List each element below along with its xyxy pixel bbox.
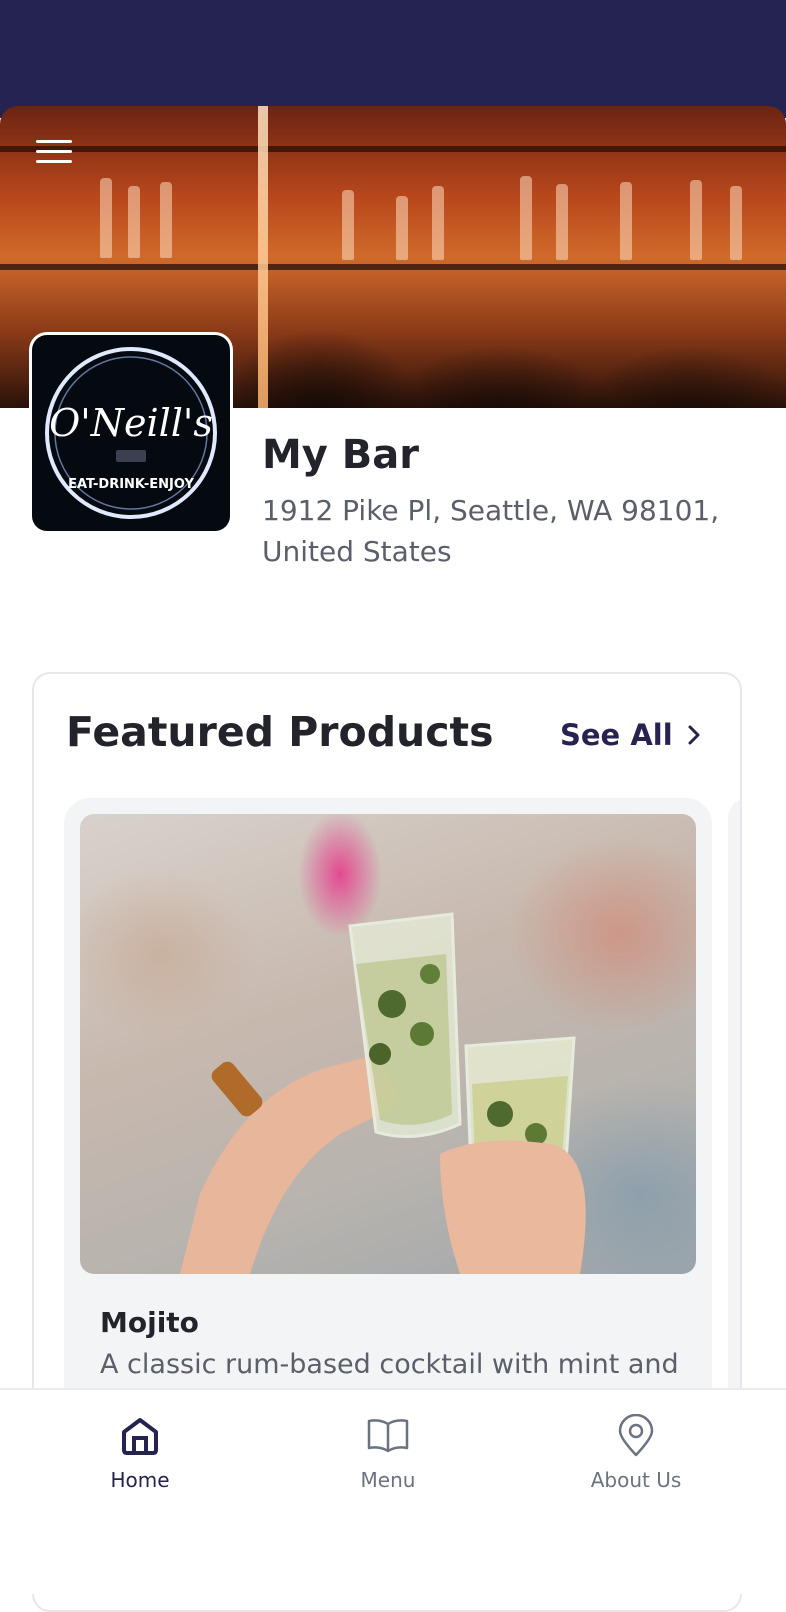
- nav-item-home[interactable]: Home: [60, 1414, 220, 1492]
- hamburger-line: [36, 140, 72, 143]
- see-all-link[interactable]: See All: [560, 718, 701, 752]
- product-description: A classic rum-based cocktail with mint a…: [100, 1349, 679, 1380]
- map-pin-icon: [618, 1414, 654, 1457]
- nav-label-home: Home: [110, 1468, 170, 1492]
- logo-text: O'Neill's: [49, 401, 213, 445]
- bottle-decoration: [396, 196, 408, 260]
- bar-logo-image: O'Neill's EAT-DRINK-ENJOY: [32, 335, 230, 531]
- bottle-decoration: [730, 186, 742, 260]
- product-name: Mojito: [100, 1306, 199, 1339]
- bottle-decoration: [690, 180, 702, 260]
- bottle-decoration: [432, 186, 444, 260]
- nav-item-about-us[interactable]: About Us: [556, 1414, 716, 1492]
- hamburger-line: [36, 160, 72, 163]
- hamburger-line: [36, 150, 72, 153]
- product-image: [80, 814, 696, 1274]
- see-all-label: See All: [560, 718, 673, 752]
- bottle-decoration: [100, 178, 112, 258]
- hamburger-menu-button[interactable]: [34, 140, 78, 170]
- neon-light-decoration: [258, 106, 268, 408]
- chevron-right-icon: [688, 725, 700, 745]
- bottle-decoration: [620, 182, 632, 260]
- nav-label-menu: Menu: [360, 1468, 416, 1492]
- bottle-decoration: [128, 186, 140, 258]
- bar-logo: O'Neill's EAT-DRINK-ENJOY: [29, 332, 233, 534]
- bottom-navigation-bar: Home Menu About Us: [0, 1388, 786, 1594]
- bottle-decoration: [520, 176, 532, 260]
- shelf-decoration: [0, 146, 786, 152]
- book-icon: [367, 1419, 409, 1453]
- nav-item-menu[interactable]: Menu: [308, 1414, 468, 1492]
- shelf-decoration: [0, 264, 786, 270]
- bar-address: 1912 Pike Pl, Seattle, WA 98101, United …: [262, 494, 720, 568]
- nav-label-about-us: About Us: [590, 1468, 682, 1492]
- logo-tagline: EAT-DRINK-ENJOY: [68, 477, 194, 492]
- bottle-decoration: [556, 184, 568, 260]
- bar-name-heading: My Bar: [262, 432, 420, 478]
- home-icon: [122, 1418, 158, 1455]
- neon-logo-graphic: O'Neill's EAT-DRINK-ENJOY: [45, 347, 217, 519]
- featured-products-title: Featured Products: [66, 708, 494, 756]
- cocktail-photo-graphic: [180, 912, 586, 1274]
- bottle-decoration: [342, 190, 354, 260]
- top-header-band: [0, 0, 786, 118]
- bottle-decoration: [160, 182, 172, 258]
